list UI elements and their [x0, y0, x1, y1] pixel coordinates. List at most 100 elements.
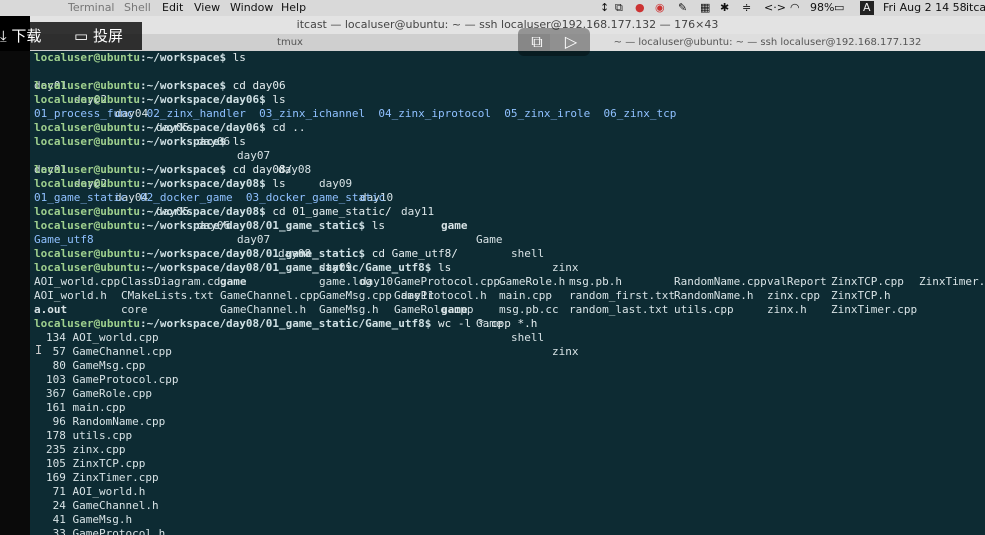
- menu-shell[interactable]: Shell: [124, 0, 151, 16]
- battery-icon[interactable]: ▭: [834, 0, 844, 16]
- ls-entry: random_first.txt: [569, 289, 675, 302]
- ls-entry: ZinxTCP.cpp: [831, 275, 904, 288]
- pip-icon[interactable]: ⧉: [522, 28, 552, 56]
- terminal-line: localuser@ubuntu:~/workspace/day08/01_ga…: [34, 317, 538, 330]
- terminal-line: day01 day02 day04 day05 day06 day07 day0…: [34, 163, 579, 358]
- ls-entry: core: [121, 303, 148, 316]
- wc-line: 134 AOI_world.cpp: [46, 331, 159, 344]
- tab-label: ~ — localuser@ubuntu: ~ — ssh localuser@…: [613, 37, 922, 48]
- wc-line: 105 ZinxTCP.cpp: [46, 457, 146, 470]
- code-icon[interactable]: <·>: [764, 0, 786, 16]
- terminal-line: localuser@ubuntu:~/workspace/day08/01_ga…: [34, 247, 458, 260]
- menu-edit[interactable]: Edit: [162, 0, 183, 16]
- wc-line: 178 utils.cpp: [46, 429, 133, 442]
- stepper-icon[interactable]: ≑: [742, 0, 751, 16]
- terminal-line: 01_process_func 02_zinx_handler 03_zinx_…: [34, 107, 677, 120]
- ls-entry: GameMsg.h: [319, 303, 379, 316]
- ls-entry: msg.pb.h: [569, 275, 622, 288]
- terminal-line: localuser@ubuntu:~/workspace/day06$ ls: [34, 93, 286, 106]
- ls-entry: ZinxTCP.h: [831, 289, 891, 302]
- copy-icon[interactable]: ⧉: [615, 0, 623, 16]
- ls-entry: ClassDiagram.cd: [121, 275, 221, 288]
- wc-line: 235 zinx.cpp: [46, 443, 126, 456]
- ls-entry: valReport: [767, 275, 827, 288]
- video-overlay-toolbar: ⤓ 下载 ▭ 投屏: [0, 22, 142, 50]
- input-source-badge[interactable]: A: [860, 1, 874, 15]
- ls-entry: a.out: [34, 303, 68, 316]
- download-label: 下载: [11, 27, 42, 45]
- edit-icon[interactable]: ✎: [678, 0, 687, 16]
- ls-entry: GameProtocol.h: [394, 289, 487, 302]
- ls-entry: main.cpp: [499, 289, 552, 302]
- ls-entry: GameChannel.h: [220, 303, 307, 316]
- terminal-line: localuser@ubuntu:~/workspace$ ls: [34, 51, 246, 64]
- wc-line: 367 GameRole.cpp: [46, 387, 152, 400]
- ls-entry: msg.pb.cc: [499, 303, 559, 316]
- ls-entry: game.log: [319, 275, 372, 288]
- ls-entry: zinx.h: [767, 303, 807, 316]
- tab-bar: tmux ~ — localuser@ubuntu: ~ — ssh local…: [30, 34, 985, 51]
- ls-entry: zinx.cpp: [767, 289, 820, 302]
- window-title: itcast — localuser@ubuntu: ~ — ssh local…: [296, 18, 719, 31]
- terminal-line: localuser@ubuntu:~/workspace$ ls: [34, 135, 246, 148]
- terminal-line: localuser@ubuntu:~/workspace$ cd day06: [34, 79, 286, 92]
- cast-button[interactable]: ▭ 投屏: [74, 22, 123, 50]
- wc-line: 169 ZinxTimer.cpp: [46, 471, 159, 484]
- download-button[interactable]: ⤓ 下载: [0, 22, 41, 50]
- ls-entry: GameChannel.cpp: [220, 289, 320, 302]
- menu-view[interactable]: View: [194, 0, 220, 16]
- ls-entry: AOI_world.h: [34, 289, 107, 302]
- rocket-icon[interactable]: ●: [635, 0, 645, 16]
- menu-help[interactable]: Help: [281, 0, 306, 16]
- wc-line: 33 GameProtocol.h: [46, 527, 166, 535]
- video-overlay-controls: ⧉ ▷: [518, 28, 590, 56]
- tab-ssh[interactable]: ~ — localuser@ubuntu: ~ — ssh localuser@…: [550, 34, 985, 51]
- wc-line: 96 RandomName.cpp: [46, 415, 166, 428]
- terminal-line: localuser@ubuntu:~/workspace/day06$ cd .…: [34, 121, 306, 134]
- ls-entry: GameMsg.cpp: [319, 289, 392, 302]
- wc-line: 57 GameChannel.cpp: [46, 345, 172, 358]
- wc-line: 71 AOI_world.h: [46, 485, 146, 498]
- ls-entry: utils.cpp: [674, 303, 734, 316]
- window-title-bar: itcast — localuser@ubuntu: ~ — ssh local…: [30, 16, 985, 34]
- user-name[interactable]: itca: [966, 0, 985, 16]
- grid-icon[interactable]: ▦: [700, 0, 710, 16]
- terminal-line: localuser@ubuntu:~/workspace$ cd day08/: [34, 163, 293, 176]
- ls-entry: CMakeLists.txt: [121, 289, 214, 302]
- menu-window[interactable]: Window: [230, 0, 273, 16]
- ls-entry: RandomName.h: [674, 289, 754, 302]
- ls-entry: game: [220, 275, 247, 288]
- cast-label: 投屏: [92, 27, 123, 45]
- wc-line: 103 GameProtocol.cpp: [46, 373, 179, 386]
- terminal-line: localuser@ubuntu:~/workspace/day08/01_ga…: [34, 219, 386, 232]
- tab-label: tmux: [277, 37, 303, 48]
- terminal-line: localuser@ubuntu:~/workspace/day08$ cd 0…: [34, 205, 392, 218]
- text-cursor-icon: I: [35, 343, 43, 357]
- wc-line: 41 GameMsg.h: [46, 513, 133, 526]
- menu-terminal[interactable]: Terminal: [68, 0, 115, 16]
- left-desktop-strip: [0, 51, 30, 535]
- terminal-output[interactable]: localuser@ubuntu:~/workspace$ ls day01 d…: [30, 51, 985, 535]
- ai-play-icon[interactable]: ▷: [556, 28, 586, 56]
- ls-entry: RandomName.cpp: [674, 275, 767, 288]
- ls-entry: AOI_world.cpp: [34, 275, 121, 288]
- ls-entry: GameRole.h: [499, 275, 566, 288]
- bluetooth-icon[interactable]: ✱: [720, 0, 729, 16]
- wc-line: 161 main.cpp: [46, 401, 126, 414]
- terminal-line: day01 day02 day04 day05 day06 day07 day0…: [34, 79, 579, 274]
- sort-icon[interactable]: ↕: [600, 0, 609, 16]
- wc-line: 24 GameChannel.h: [46, 499, 159, 512]
- ls-entry: ZinxTimer.h: [919, 275, 985, 288]
- wc-line: 80 GameMsg.cpp: [46, 359, 146, 372]
- wifi-icon[interactable]: ◠: [790, 0, 800, 16]
- tennis-icon[interactable]: ◉: [655, 0, 665, 16]
- cast-icon: ▭: [74, 27, 89, 45]
- ls-entry: GameProtocol.cpp: [394, 275, 500, 288]
- ls-entry: ZinxTimer.cpp: [831, 303, 918, 316]
- clock[interactable]: Fri Aug 2 14 58: [883, 0, 967, 16]
- battery-percent: 98%: [810, 1, 835, 14]
- terminal-line: localuser@ubuntu:~/workspace/day08/01_ga…: [34, 261, 452, 274]
- terminal-line: 01_game_static 02_docker_game 03_docker_…: [34, 191, 385, 204]
- menu-bar: Terminal Shell Edit View Window Help ↕ ⧉…: [0, 0, 985, 16]
- ls-entry: random_last.txt: [569, 303, 669, 316]
